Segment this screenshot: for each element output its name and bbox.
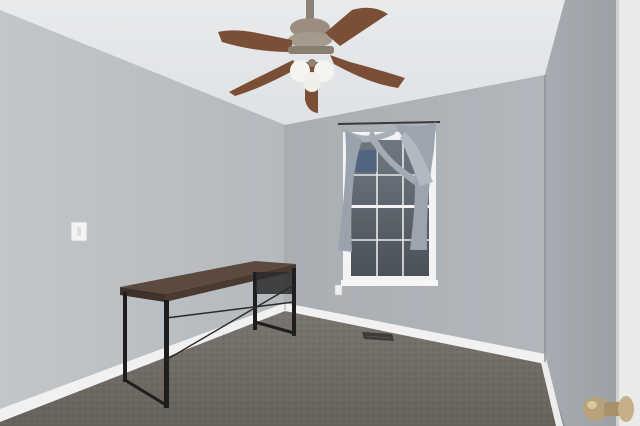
outlet <box>334 284 343 296</box>
light-switch <box>70 221 88 242</box>
door <box>616 0 640 426</box>
right-wall <box>545 0 620 426</box>
bedroom-photo <box>0 0 640 426</box>
